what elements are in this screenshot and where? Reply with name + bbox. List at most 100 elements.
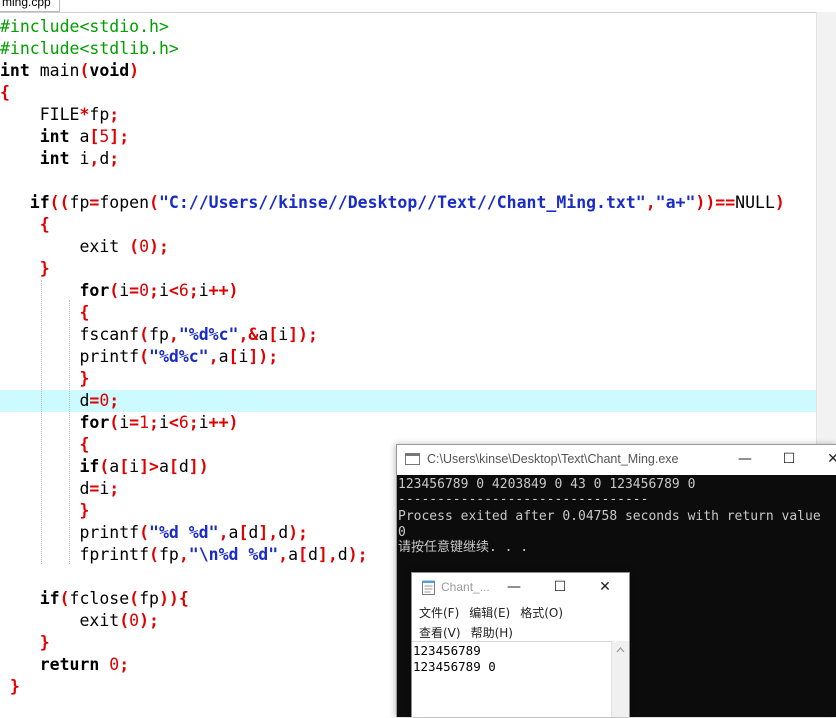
code-token: ( <box>119 611 130 630</box>
current-code-line[interactable]: d=0; <box>0 390 816 412</box>
notepad-close-button[interactable]: ✕ <box>591 575 619 599</box>
code-token: ; <box>149 413 159 432</box>
code-token: ; <box>149 281 159 300</box>
code-token: if <box>0 589 60 608</box>
code-line[interactable]: int a[5]; <box>0 126 816 148</box>
code-token: fp <box>158 545 179 564</box>
code-token: for <box>0 281 110 300</box>
indent-guide <box>41 280 42 564</box>
code-token: NULL <box>735 193 775 212</box>
code-token: = <box>89 391 100 410</box>
code-token: ]; <box>109 127 130 146</box>
notepad-text-line: 123456789 <box>413 643 481 658</box>
console-title: C:\Users\kinse\Desktop\Text\Chant_Ming.e… <box>427 452 679 466</box>
code-token: = <box>129 281 140 300</box>
console-app-icon <box>405 453 420 465</box>
menu-view[interactable]: 查看(V) <box>419 624 461 641</box>
code-token: ( <box>59 589 70 608</box>
code-line[interactable]: exit (0); <box>0 236 816 258</box>
code-token: = <box>89 193 100 212</box>
console-line: 请按任意键继续. . . <box>398 540 529 555</box>
code-line[interactable]: fscanf(fp,"%d%c",&a[i]); <box>0 324 816 346</box>
console-line: 123456789 0 4203849 0 43 0 123456789 0 <box>398 477 696 492</box>
console-line: 0 <box>398 525 406 540</box>
code-token: ], <box>258 523 279 542</box>
scroll-up-arrow-icon[interactable] <box>612 643 629 657</box>
code-token: ); <box>149 237 169 256</box>
code-token: * <box>79 105 90 124</box>
code-token: fp <box>139 589 159 608</box>
file-tab[interactable]: ming.cpp <box>0 0 60 12</box>
code-line[interactable]: #include<stdlib.h> <box>0 38 816 60</box>
console-line: Process exited after 0.04758 seconds wit… <box>398 509 821 524</box>
code-line[interactable]: { <box>0 82 816 104</box>
code-line[interactable]: { <box>0 302 816 324</box>
code-token: d <box>0 479 90 498</box>
console-close-button[interactable]: ✕ <box>819 447 836 471</box>
code-line[interactable] <box>0 170 816 192</box>
code-line[interactable]: int i,d; <box>0 148 816 170</box>
code-line[interactable]: for(i=1;i<6;i++) <box>0 412 816 434</box>
code-token: a <box>218 347 229 366</box>
notepad-menubar-row1: 文件(F) 编辑(E) 格式(O) <box>419 604 573 621</box>
notepad-window[interactable]: Chant_... — ☐ ✕ 文件(F) 编辑(E) 格式(O) 查看(V) 帮助(… <box>411 572 630 717</box>
code-token: ( <box>149 193 159 212</box>
code-token: ( <box>109 413 120 432</box>
notepad-minimize-button[interactable]: — <box>500 575 528 599</box>
notepad-maximize-button[interactable]: ☐ <box>546 575 574 599</box>
code-token: = <box>129 413 140 432</box>
code-token: d <box>307 545 318 564</box>
notepad-vertical-scrollbar[interactable] <box>611 641 629 717</box>
code-token: fclose <box>69 589 130 608</box>
code-token: ++) <box>208 413 239 432</box>
code-token: FILE <box>0 105 80 124</box>
code-token: a <box>109 457 120 476</box>
code-token: ; <box>109 149 120 168</box>
notepad-text-line: 123456789 0 <box>413 659 496 674</box>
code-token: return <box>0 655 100 674</box>
code-token: d <box>248 523 259 542</box>
console-maximize-button[interactable]: ☐ <box>775 447 803 471</box>
code-line[interactable]: } <box>0 258 816 280</box>
code-token: ( <box>129 589 140 608</box>
code-token: ; <box>109 391 120 410</box>
code-token: { <box>0 303 90 322</box>
console-titlebar[interactable]: C:\Users\kinse\Desktop\Text\Chant_Ming.e… <box>397 445 836 475</box>
code-token: d <box>99 149 110 168</box>
code-token: } <box>0 259 50 278</box>
code-token: exit <box>0 237 130 256</box>
code-token: fp <box>149 325 169 344</box>
code-token: void <box>89 61 130 80</box>
code-token: i <box>158 413 169 432</box>
notepad-menubar-row2: 查看(V) 帮助(H) <box>419 624 523 641</box>
code-token: ( <box>99 457 110 476</box>
code-token: } <box>0 633 50 652</box>
code-token: i <box>99 479 110 498</box>
code-line[interactable]: int main(void) <box>0 60 816 82</box>
menu-edit[interactable]: 编辑(E) <box>469 604 510 621</box>
code-token: ]) <box>188 457 209 476</box>
code-line[interactable]: for(i=0;i<6;i++) <box>0 280 816 302</box>
code-line[interactable]: } <box>0 368 816 390</box>
code-token: "%d%c" <box>178 325 239 344</box>
code-token: int <box>0 127 70 146</box>
code-line[interactable]: { <box>0 214 816 236</box>
code-line[interactable]: #include<stdio.h> <box>0 16 816 38</box>
menu-format[interactable]: 格式(O) <box>520 604 563 621</box>
code-token: 6 <box>178 281 189 300</box>
code-token: i <box>158 281 169 300</box>
code-line[interactable]: if((fp=fopen("C://Users//kinse//Desktop/… <box>0 192 816 214</box>
menu-file[interactable]: 文件(F) <box>419 604 459 621</box>
console-minimize-button[interactable]: — <box>731 447 759 471</box>
code-line[interactable]: printf("%d%c",a[i]); <box>0 346 816 368</box>
code-token: 5 <box>99 127 110 146</box>
notepad-titlebar[interactable]: Chant_... — ☐ ✕ <box>412 573 629 601</box>
menu-help[interactable]: 帮助(H) <box>471 624 513 641</box>
code-token: , <box>645 193 656 212</box>
code-line[interactable]: FILE*fp; <box>0 104 816 126</box>
notepad-text-area[interactable]: 123456789 123456789 0 <box>412 641 611 718</box>
code-token: ( <box>79 61 90 80</box>
code-token: 6 <box>178 413 189 432</box>
code-token: i <box>69 149 90 168</box>
code-token: d <box>178 457 189 476</box>
